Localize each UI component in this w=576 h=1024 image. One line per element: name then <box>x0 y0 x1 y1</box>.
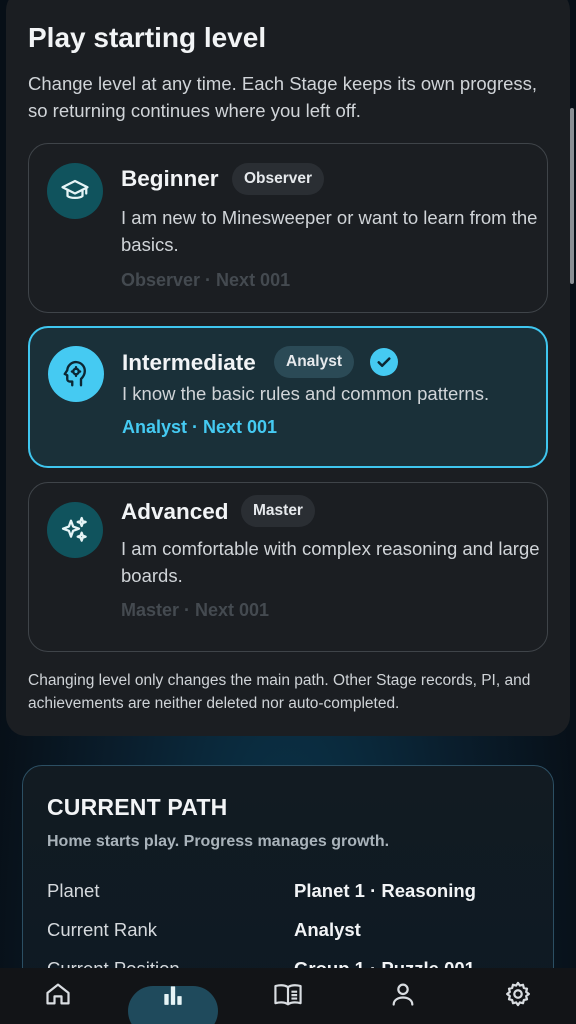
path-row-value: Analyst <box>294 919 361 940</box>
check-circle-icon <box>370 348 398 376</box>
current-path-title: CURRENT PATH <box>47 794 228 820</box>
graduation-cap-icon <box>47 163 103 219</box>
level-description: I know the basic rules and common patter… <box>122 383 490 404</box>
nav-profile[interactable] <box>358 968 448 1024</box>
brain-head-icon <box>48 346 104 402</box>
home-icon <box>44 980 72 1013</box>
level-progress: Analyst · Next 001 <box>122 417 278 437</box>
level-name: Beginner <box>121 166 219 191</box>
nav-library[interactable] <box>243 968 333 1024</box>
sparkles-icon <box>47 502 103 558</box>
nav-home[interactable] <box>13 968 103 1024</box>
level-description: I am comfortable with complex reasoning … <box>121 538 540 586</box>
level-name: Intermediate <box>122 350 256 375</box>
level-badge: Analyst <box>274 346 354 378</box>
sheet-description: Change level at any time. Each Stage kee… <box>28 73 538 121</box>
sheet-note: Changing level only changes the main pat… <box>28 672 531 712</box>
level-card-advanced[interactable]: Advanced Master I am comfortable with co… <box>28 482 548 652</box>
gear-icon <box>504 980 532 1013</box>
level-badge: Master <box>241 495 315 527</box>
nav-progress[interactable] <box>128 968 218 1024</box>
level-select-sheet: Play starting level Change level at any … <box>6 0 570 736</box>
bar-chart-icon <box>160 981 186 1012</box>
book-icon <box>272 980 304 1013</box>
current-path-subtitle: Home starts play. Progress manages growt… <box>47 833 390 850</box>
path-row-label: Current Rank <box>47 919 158 940</box>
level-card-beginner[interactable]: Beginner Observer I am new to Minesweepe… <box>28 143 548 313</box>
nav-settings[interactable] <box>473 968 563 1024</box>
level-badge: Observer <box>232 163 325 195</box>
scrollbar[interactable] <box>570 108 574 284</box>
path-row-value: Planet 1 · Reasoning <box>294 880 476 901</box>
level-name: Advanced <box>121 499 229 524</box>
level-progress: Observer · Next 001 <box>121 270 291 290</box>
person-icon <box>389 980 417 1013</box>
path-row-label: Planet <box>47 880 100 901</box>
level-card-intermediate[interactable]: Intermediate Analyst I know the basic ru… <box>28 326 548 468</box>
level-progress: Master · Next 001 <box>121 600 270 620</box>
level-description: I am new to Minesweeper or want to learn… <box>121 207 538 255</box>
bottom-nav <box>0 968 576 1024</box>
sheet-title: Play starting level <box>28 22 267 53</box>
